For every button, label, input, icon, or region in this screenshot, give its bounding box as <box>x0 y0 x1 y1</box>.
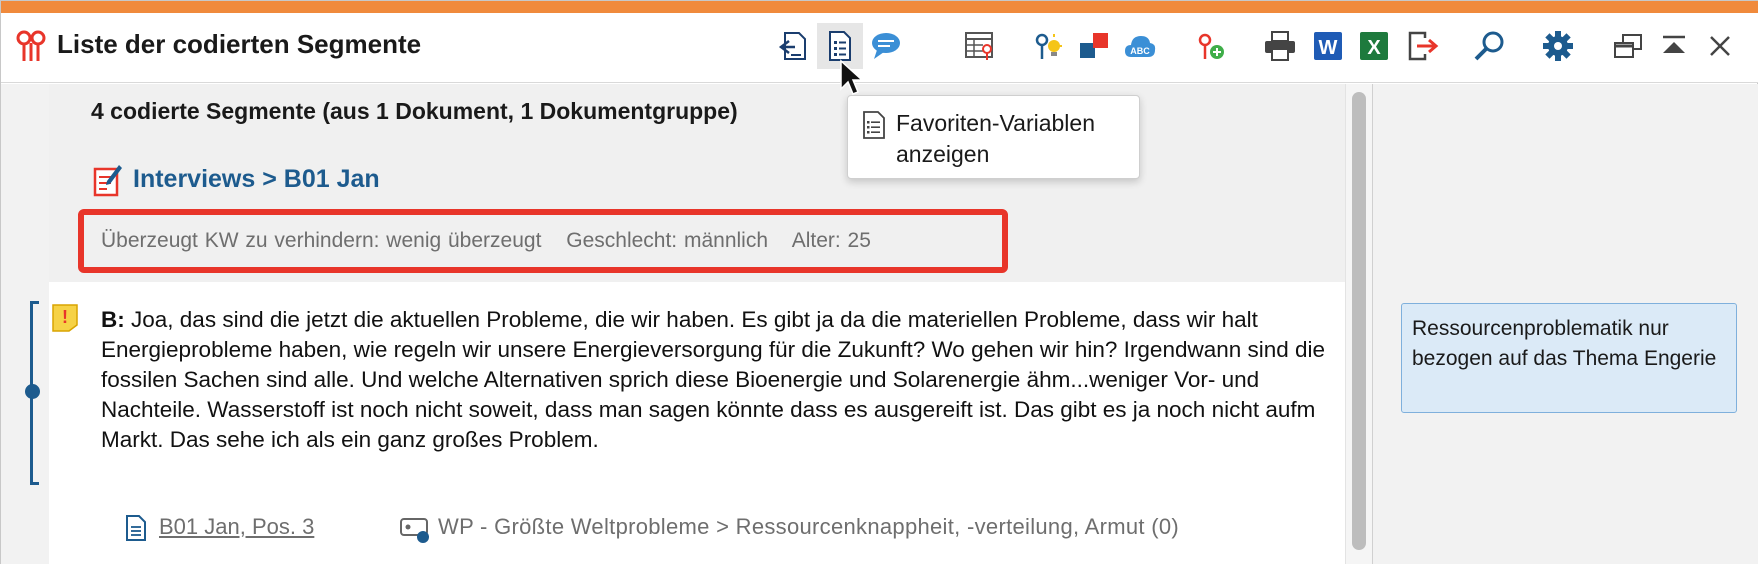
export-to-document-icon <box>778 32 806 60</box>
add-code-icon <box>1198 33 1224 59</box>
memo-alert-icon[interactable]: ! <box>51 303 79 333</box>
table-codes-icon <box>965 32 993 60</box>
comment-icon <box>872 33 900 59</box>
word-cloud-icon: ABC <box>1125 36 1156 57</box>
undock-window-button[interactable] <box>1605 23 1651 69</box>
coded-segments-logo-icon <box>16 30 46 61</box>
favorite-variables-tooltip-icon <box>863 111 885 139</box>
word-cloud-button[interactable]: ABC <box>1117 23 1163 69</box>
export-icon <box>1408 31 1439 61</box>
excel-export-label: X <box>1367 37 1381 59</box>
memo-alert-badge: ! <box>62 307 68 327</box>
minimize-window-icon <box>1663 35 1685 53</box>
search-icon <box>1474 31 1504 61</box>
print-icon <box>1265 31 1295 61</box>
tooltip-text: Favoriten-Variablen anzeigen <box>896 108 1136 170</box>
document-source-icon <box>126 515 146 541</box>
color-codes-icon <box>1080 33 1108 58</box>
tooltip: Favoriten-Variablen anzeigen <box>847 95 1140 179</box>
add-code-button[interactable] <box>1187 23 1233 69</box>
window-header: Liste der codierten Segmente ABC W X <box>1 13 1758 83</box>
code-table-button[interactable] <box>957 23 1003 69</box>
favorite-variables-icon <box>829 31 851 61</box>
document-edit-icon <box>93 165 122 197</box>
variable-value: Geschlecht: männlich <box>566 229 769 252</box>
word-export-button[interactable]: W <box>1305 23 1351 69</box>
segment-code-path[interactable]: WP - Größte Weltprobleme > Ressourcenkna… <box>438 514 1179 540</box>
window-title: Liste der codierten Segmente <box>57 29 422 59</box>
variable-value: Alter: 25 <box>791 229 871 252</box>
word-export-icon: W <box>1314 32 1342 60</box>
minimize-window-button[interactable] <box>1651 23 1697 69</box>
print-button[interactable] <box>1257 23 1303 69</box>
undock-window-icon <box>1614 34 1642 58</box>
variable-value: Überzeugt KW zu verhindern: wenig überze… <box>101 229 542 252</box>
color-codes-button[interactable] <box>1071 23 1117 69</box>
word-cloud-label: ABC <box>1130 46 1150 56</box>
code-lightbulb-icon <box>1035 33 1062 59</box>
segments-summary: 4 codierte Segmente (aus 1 Dokument, 1 D… <box>91 98 738 124</box>
mouse-cursor-icon <box>840 59 863 95</box>
code-ideas-button[interactable] <box>1025 23 1071 69</box>
coded-segments-window: Liste der codierten Segmente ABC W X 4 c… <box>0 0 1758 564</box>
document-link[interactable]: Interviews > B01 Jan <box>133 165 380 194</box>
excel-export-icon: X <box>1360 32 1388 60</box>
favorite-variables-row: Überzeugt KW zu verhindern: wenig überze… <box>101 229 889 253</box>
settings-icon <box>1543 31 1573 61</box>
window-accent-bar <box>1 1 1758 13</box>
tooltip-line: anzeigen <box>896 141 990 167</box>
segment-content: Joa, das sind die jetzt die aktuellen Pr… <box>101 307 1326 452</box>
code-tag-icon <box>400 518 429 543</box>
segment-speaker: B: <box>101 307 125 332</box>
close-window-button[interactable] <box>1697 23 1743 69</box>
close-icon <box>1710 36 1730 56</box>
segment-source-link[interactable]: B01 Jan, Pos. 3 <box>159 514 314 540</box>
segment-text[interactable]: B: Joa, das sind die jetzt die aktuellen… <box>101 305 1341 455</box>
left-gutter <box>1 84 49 564</box>
comment-button[interactable] <box>863 23 909 69</box>
scrollbar-thumb[interactable] <box>1352 92 1366 550</box>
word-export-label: W <box>1319 37 1338 59</box>
export-button[interactable] <box>1399 23 1445 69</box>
search-button[interactable] <box>1467 23 1513 69</box>
segment-comment[interactable]: Ressourcenproblematik nur bezogen auf da… <box>1401 303 1737 413</box>
excel-export-button[interactable]: X <box>1351 23 1397 69</box>
tooltip-line: Favoriten-Variablen <box>896 110 1096 136</box>
settings-button[interactable] <box>1535 23 1581 69</box>
segment-handle[interactable] <box>25 384 40 399</box>
export-to-document-button[interactable] <box>771 23 817 69</box>
